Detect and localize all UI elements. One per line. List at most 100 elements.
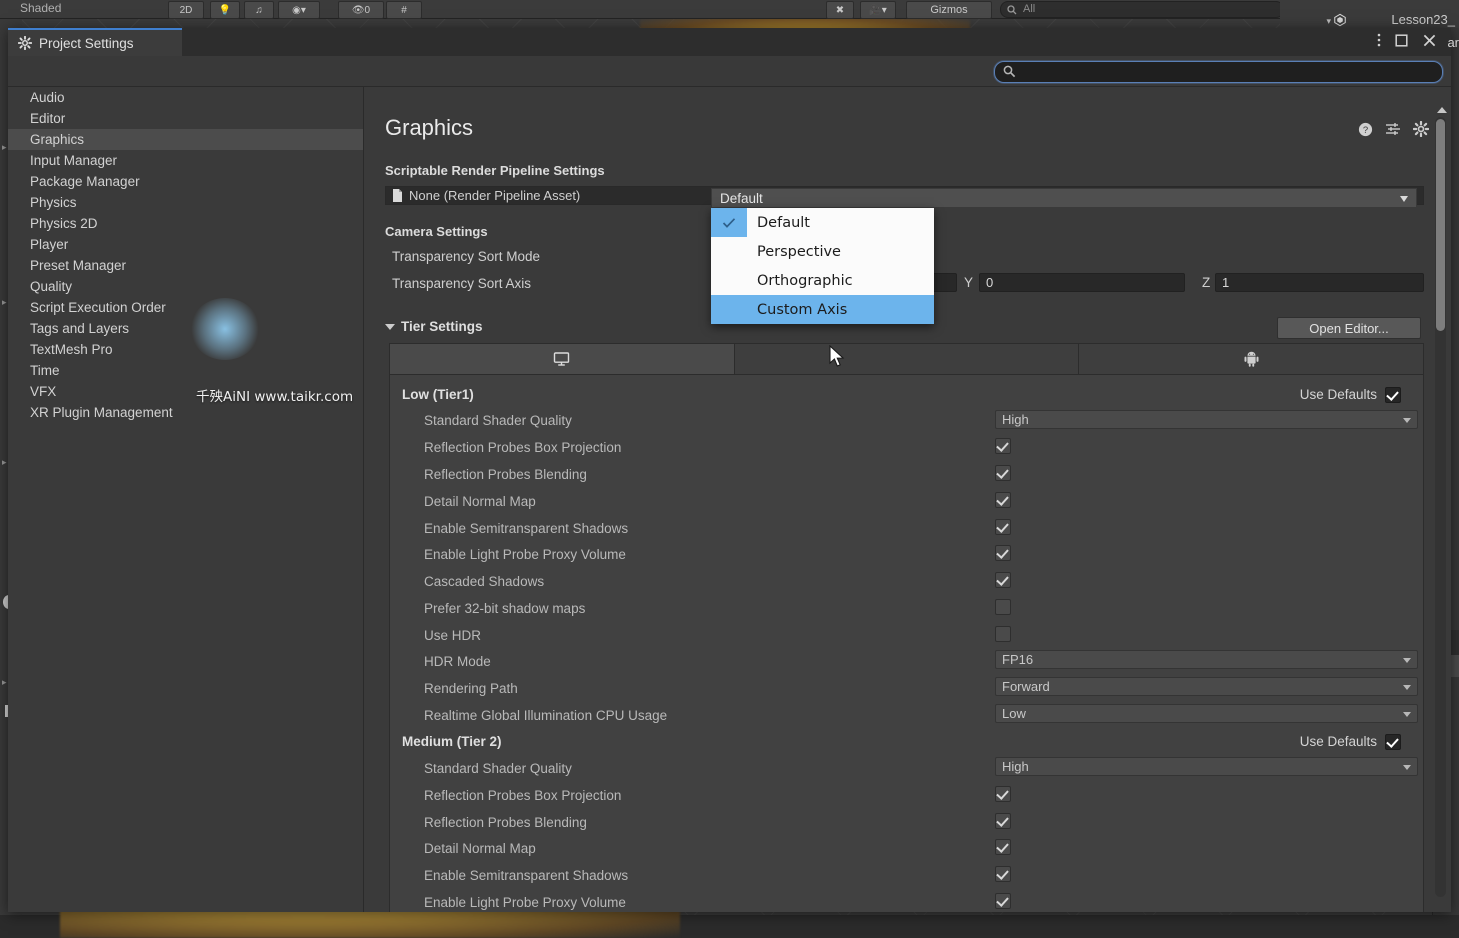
transparency-sort-mode-menu[interactable]: Default Perspective Orthographic Custom … [711, 208, 934, 324]
menu-item-custom-axis[interactable]: Custom Axis [711, 295, 934, 324]
sidebar-item-time[interactable]: Time [8, 360, 363, 381]
tier-settings-label: Tier Settings [401, 319, 483, 334]
use-defaults-checkbox-low[interactable] [1385, 387, 1401, 403]
sidebar-item-graphics[interactable]: Graphics [8, 129, 363, 150]
svg-text:?: ? [1362, 125, 1367, 136]
platform-tab-standalone[interactable] [390, 344, 735, 374]
row-label-detail-normal-map: Detail Normal Map [424, 494, 536, 509]
hierarchy-header: ▾ Lesson23_ [1280, 0, 1459, 28]
tier-settings-foldout[interactable]: Tier Settings [385, 319, 483, 334]
menu-item-label: Perspective [757, 243, 841, 260]
effects-toggle-icon[interactable]: ◉▾ [278, 1, 320, 19]
scrollbar-thumb[interactable] [1436, 119, 1445, 331]
sidebar-item-quality[interactable]: Quality [8, 276, 363, 297]
row-value-m-standard-shader-quality[interactable]: High [995, 757, 1418, 776]
graphics-scrollbar[interactable] [1435, 107, 1448, 907]
settings-category-list[interactable]: Audio Editor Graphics Input Manager Pack… [8, 87, 364, 912]
row-value-reflection-probes-box-projection[interactable] [995, 438, 1011, 454]
row-value-rendering-path[interactable]: Forward [995, 677, 1418, 696]
help-icon[interactable]: ? [1357, 121, 1373, 137]
row-value-realtime-gi-cpu-usage[interactable]: Low [995, 704, 1418, 723]
audio-toggle-icon[interactable]: ♫ [244, 1, 274, 19]
row-value-reflection-probes-blending[interactable] [995, 465, 1011, 481]
scene-search-field[interactable]: All [1000, 1, 1284, 18]
hierarchy-root-label[interactable]: Lesson23_ [1391, 12, 1455, 27]
sidebar-item-player[interactable]: Player [8, 234, 363, 255]
tier-group-title-low: Low (Tier1) [402, 387, 474, 402]
chevron-down-icon[interactable]: ▾ [1326, 16, 1331, 27]
transparency-sort-mode-label: Transparency Sort Mode [392, 249, 541, 264]
platform-tab-android[interactable] [1079, 344, 1423, 374]
menu-item-orthographic[interactable]: Orthographic [711, 266, 934, 295]
kebab-menu-icon[interactable] [1377, 32, 1381, 48]
transparency-sort-mode-dropdown[interactable]: Default [711, 188, 1417, 208]
shading-mode-label[interactable]: Shaded [20, 1, 61, 15]
gizmos-button[interactable]: Gizmos [906, 1, 992, 19]
menu-item-label: Orthographic [757, 272, 853, 289]
use-defaults-checkbox-medium[interactable] [1385, 734, 1401, 750]
lighting-toggle-icon[interactable]: 💡 [210, 1, 240, 19]
settings-gear-icon[interactable] [1413, 121, 1429, 137]
sidebar-item-script-execution-order[interactable]: Script Execution Order [8, 297, 363, 318]
menu-item-perspective[interactable]: Perspective [711, 237, 934, 266]
close-icon[interactable] [1422, 33, 1437, 48]
row-value-m-detail-normal-map[interactable] [995, 839, 1011, 855]
row-value-use-hdr[interactable] [995, 626, 1011, 642]
row-value-prefer-32bit-shadow-maps[interactable] [995, 599, 1011, 615]
value-text: FP16 [1002, 652, 1034, 667]
row-value-detail-normal-map[interactable] [995, 492, 1011, 508]
scene-visibility-icon[interactable]: 👁0 [338, 1, 384, 19]
search-input[interactable] [1019, 62, 1423, 84]
view-2d-toggle[interactable]: 2D [168, 1, 204, 19]
sidebar-item-physics-2d[interactable]: Physics 2D [8, 213, 363, 234]
editor-toolbar[interactable]: Shaded 2D 💡 ♫ ◉▾ 👁0 # ✖ 🎥▾ Gizmos All [0, 0, 1459, 19]
menu-item-default[interactable]: Default [711, 208, 934, 237]
sidebar-item-tags-and-layers[interactable]: Tags and Layers [8, 318, 363, 339]
search-field[interactable] [994, 61, 1443, 84]
row-label-prefer-32bit-shadow-maps: Prefer 32-bit shadow maps [424, 601, 586, 616]
row-label-hdr-mode: HDR Mode [424, 654, 491, 669]
scroll-up-arrow-icon[interactable] [1437, 107, 1447, 113]
row-label-enable-light-probe-proxy-volume: Enable Light Probe Proxy Volume [424, 547, 626, 562]
row-value-standard-shader-quality[interactable]: High [995, 410, 1418, 429]
camera-icon[interactable]: 🎥▾ [860, 1, 896, 19]
sidebar-item-preset-manager[interactable]: Preset Manager [8, 255, 363, 276]
axis-field-y[interactable]: 0 [979, 273, 1185, 292]
row-label-m-standard-shader-quality: Standard Shader Quality [424, 761, 572, 776]
menu-item-label: Default [757, 214, 810, 231]
watermark-text: 千殃AiNI www.taikr.com [196, 389, 354, 405]
value-text: Forward [1002, 679, 1050, 694]
tab-project-settings[interactable]: Project Settings [8, 28, 182, 56]
tool-cross-icon[interactable]: ✖ [826, 1, 854, 19]
row-value-enable-semitransparent-shadows[interactable] [995, 519, 1011, 535]
value-text: Low [1002, 706, 1026, 721]
chevron-down-icon [385, 323, 395, 330]
desktop-monitor-icon [554, 352, 570, 366]
row-value-cascaded-shadows[interactable] [995, 572, 1011, 588]
row-value-m-enable-light-probe-proxy-volume[interactable] [995, 893, 1011, 909]
unity-logo-icon [1334, 13, 1346, 27]
row-value-hdr-mode[interactable]: FP16 [995, 650, 1418, 669]
row-label-reflection-probes-box-projection: Reflection Probes Box Projection [424, 440, 622, 455]
chevron-down-icon [1403, 418, 1411, 423]
sidebar-item-input-manager[interactable]: Input Manager [8, 150, 363, 171]
grid-snapping-icon[interactable]: # [386, 1, 422, 19]
row-label-m-reflection-probes-box-projection: Reflection Probes Box Projection [424, 788, 622, 803]
menu-item-label: Custom Axis [757, 301, 848, 318]
sidebar-item-textmesh-pro[interactable]: TextMesh Pro [8, 339, 363, 360]
sidebar-item-xr-plugin-management[interactable]: XR Plugin Management [8, 402, 363, 423]
maximize-icon[interactable] [1394, 33, 1409, 48]
preset-icon[interactable] [1385, 121, 1401, 137]
row-value-m-enable-semitransparent-shadows[interactable] [995, 866, 1011, 882]
row-value-m-reflection-probes-blending[interactable] [995, 813, 1011, 829]
open-editor-button[interactable]: Open Editor... [1277, 317, 1421, 339]
axis-field-z[interactable]: 1 [1215, 273, 1424, 292]
platform-tab-middle[interactable] [735, 344, 1080, 374]
platform-tab-bar[interactable] [390, 344, 1423, 375]
sidebar-item-audio[interactable]: Audio [8, 87, 363, 108]
row-value-enable-light-probe-proxy-volume[interactable] [995, 545, 1011, 561]
row-value-m-reflection-probes-box-projection[interactable] [995, 786, 1011, 802]
sidebar-item-physics[interactable]: Physics [8, 192, 363, 213]
sidebar-item-editor[interactable]: Editor [8, 108, 363, 129]
sidebar-item-package-manager[interactable]: Package Manager [8, 171, 363, 192]
